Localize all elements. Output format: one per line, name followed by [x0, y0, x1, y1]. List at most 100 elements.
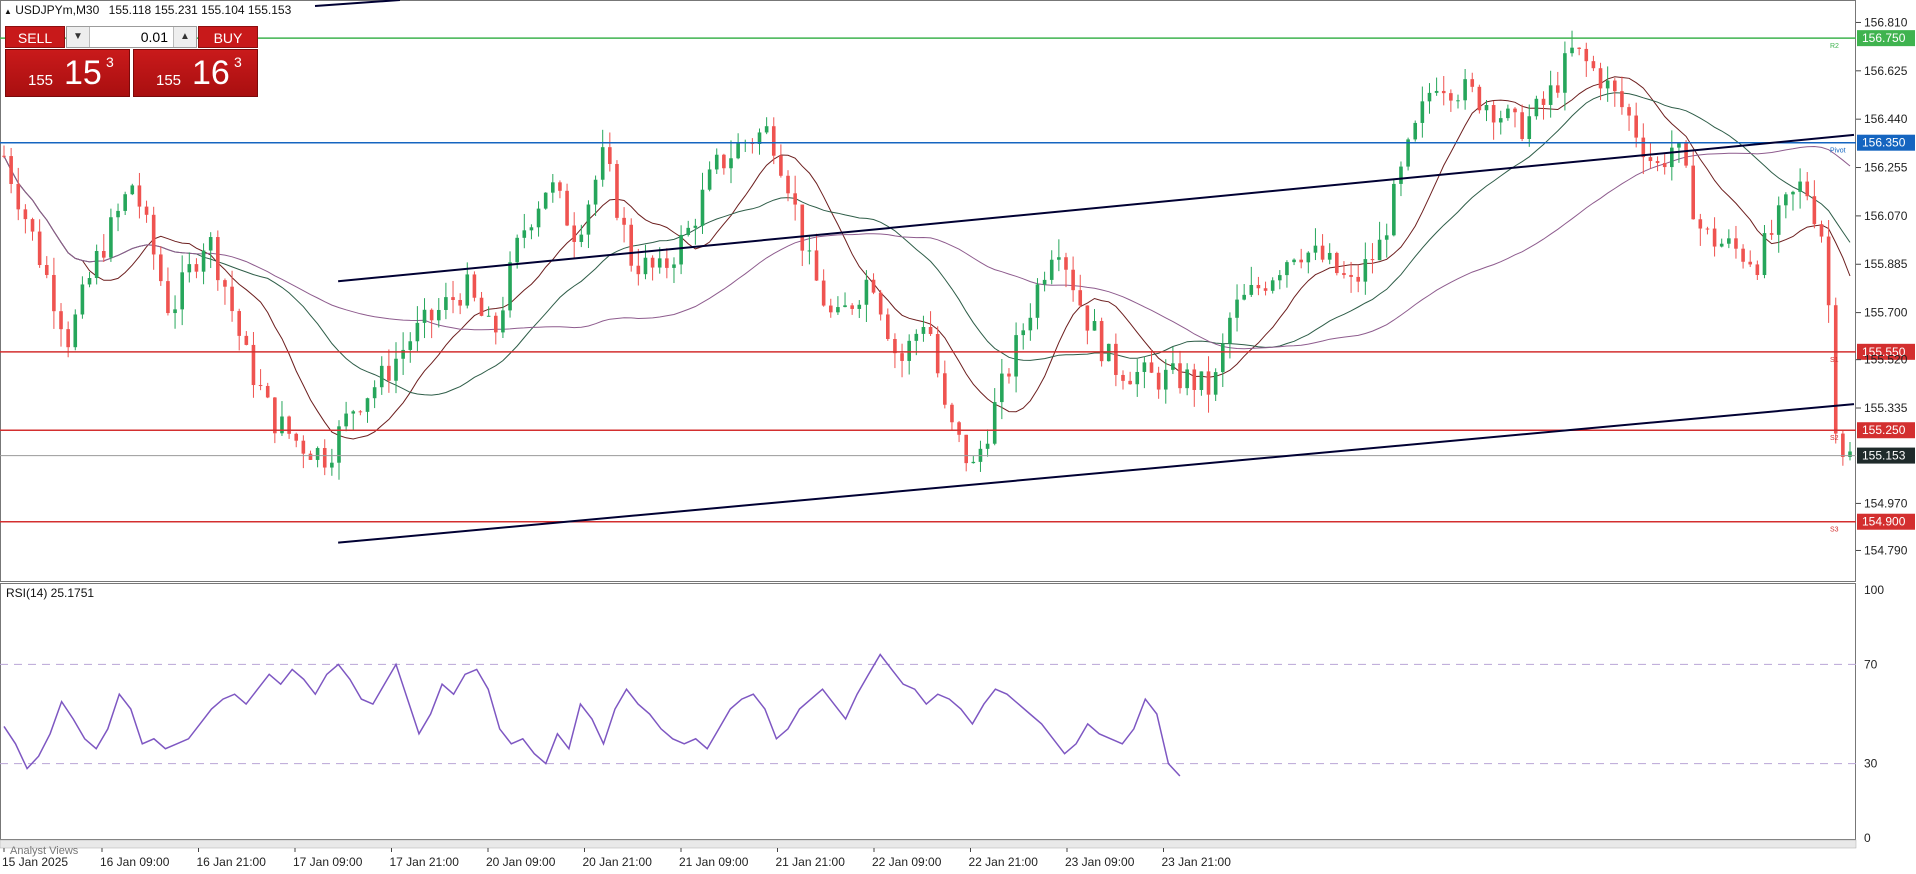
time-tick-label: 17 Jan 21:00: [390, 855, 460, 869]
candle-body: [1513, 108, 1517, 113]
candle-body: [1278, 275, 1282, 281]
candle-body: [1249, 284, 1254, 295]
candle-body: [1712, 228, 1717, 247]
lot-size-stepper[interactable]: ▼ 0.01 ▲: [66, 26, 197, 48]
candle-body: [1235, 299, 1239, 318]
level-name-label: S3: [1830, 527, 1839, 534]
candle-body: [928, 327, 933, 335]
candle-body: [1776, 205, 1781, 235]
candle-body: [622, 217, 626, 225]
candle-body: [2, 155, 6, 157]
candle-body: [1670, 147, 1674, 168]
candle-body: [123, 194, 127, 211]
candle-body: [686, 227, 691, 235]
bid-price-button[interactable]: 155 15 3: [5, 49, 130, 97]
time-tick-label: 21 Jan 21:00: [776, 855, 846, 869]
candle-body: [1449, 93, 1453, 101]
candle-body: [814, 250, 819, 281]
candle-body: [1335, 252, 1339, 274]
candle-body: [786, 175, 790, 194]
candle-body: [372, 387, 377, 399]
candle-body: [1121, 374, 1125, 381]
candle-body: [1755, 264, 1760, 276]
candle-body: [1570, 47, 1574, 54]
price-tick-label: 156.440: [1864, 112, 1908, 126]
candle-body: [1484, 105, 1489, 111]
candle-body: [1762, 233, 1767, 276]
lot-decrease-chevron-down-icon[interactable]: ▼: [67, 27, 90, 47]
candle-body: [1313, 245, 1318, 253]
candle-body: [394, 358, 398, 381]
candle-body: [1727, 238, 1731, 244]
candle-body: [1420, 101, 1425, 123]
candle-body: [1662, 163, 1667, 168]
main-panel-frame: [0, 0, 1856, 582]
candle-body: [294, 433, 299, 441]
lot-increase-chevron-up-icon[interactable]: ▲: [173, 27, 196, 47]
candle-body: [1548, 85, 1553, 105]
candle-body: [315, 448, 320, 460]
price-tick-label: 155.700: [1864, 306, 1908, 320]
candle-body: [180, 272, 184, 310]
rsi-layer: 100 70 30 0: [0, 583, 1884, 845]
ask-price-button[interactable]: 155 16 3: [133, 49, 258, 97]
candle-body: [1705, 228, 1710, 230]
price-tick-label: 155.885: [1864, 257, 1908, 271]
candle-body: [693, 225, 698, 228]
candle-body: [429, 309, 434, 321]
candle-body: [736, 143, 740, 159]
candle-body: [358, 411, 363, 413]
candle-body: [914, 333, 919, 341]
candle-body: [23, 209, 28, 220]
ohlc-values: 155.118 155.231 155.104 155.153: [108, 3, 292, 17]
sell-button[interactable]: SELL: [5, 26, 65, 48]
candle-body: [351, 411, 356, 414]
rsi-indicator-title: RSI(14) 25.1751: [6, 586, 95, 600]
candle-body: [1035, 284, 1040, 318]
buy-button[interactable]: BUY: [198, 26, 258, 48]
price-tick-label: 156.255: [1864, 161, 1908, 175]
candle-body: [764, 126, 769, 133]
symbol-timeframe: USDJPYm,M30: [15, 3, 100, 17]
candle-body: [1163, 369, 1168, 390]
candle-body: [1256, 284, 1261, 289]
candle-body: [565, 190, 569, 226]
candle-body: [579, 234, 584, 242]
candle-body: [1598, 68, 1603, 89]
candle-body: [935, 334, 940, 374]
candle-body: [1784, 194, 1788, 206]
candle-body: [1413, 122, 1418, 140]
candle-body: [643, 257, 648, 275]
candle-body: [1584, 48, 1589, 62]
lot-size-value[interactable]: 0.01: [141, 27, 168, 47]
candle-body: [130, 185, 135, 195]
analyst-views-tab[interactable]: Analyst Views: [10, 845, 78, 857]
candle-body: [1306, 252, 1311, 263]
candle-body: [344, 413, 348, 427]
candle-body: [843, 305, 847, 308]
candle-body: [1099, 321, 1104, 362]
candle-body: [593, 179, 598, 205]
candle-body: [1833, 305, 1838, 434]
candle-body: [237, 311, 242, 336]
candle-body: [800, 204, 805, 251]
candle-body: [1477, 86, 1482, 111]
candle-body: [900, 353, 904, 361]
chart-area[interactable]: 156.750R2156.350Pivot155.550S1155.250S21…: [0, 0, 1916, 874]
candle-body: [950, 404, 954, 423]
candle-body: [1691, 165, 1695, 220]
candle-body: [1349, 274, 1353, 277]
candle-body: [714, 154, 719, 170]
candle-body: [508, 262, 512, 311]
level-name-label: S2: [1830, 435, 1839, 442]
rsi-line: [3, 653, 1181, 777]
collapse-triangle-icon[interactable]: ▲: [4, 7, 12, 16]
candle-body: [779, 155, 783, 176]
candle-body: [1520, 112, 1524, 139]
candle-body: [94, 251, 99, 279]
time-tick-label: 20 Jan 09:00: [486, 855, 556, 869]
candle-body: [650, 257, 655, 268]
candle-body: [301, 440, 306, 454]
candle-body: [1178, 363, 1182, 389]
candle-body: [1085, 305, 1090, 331]
